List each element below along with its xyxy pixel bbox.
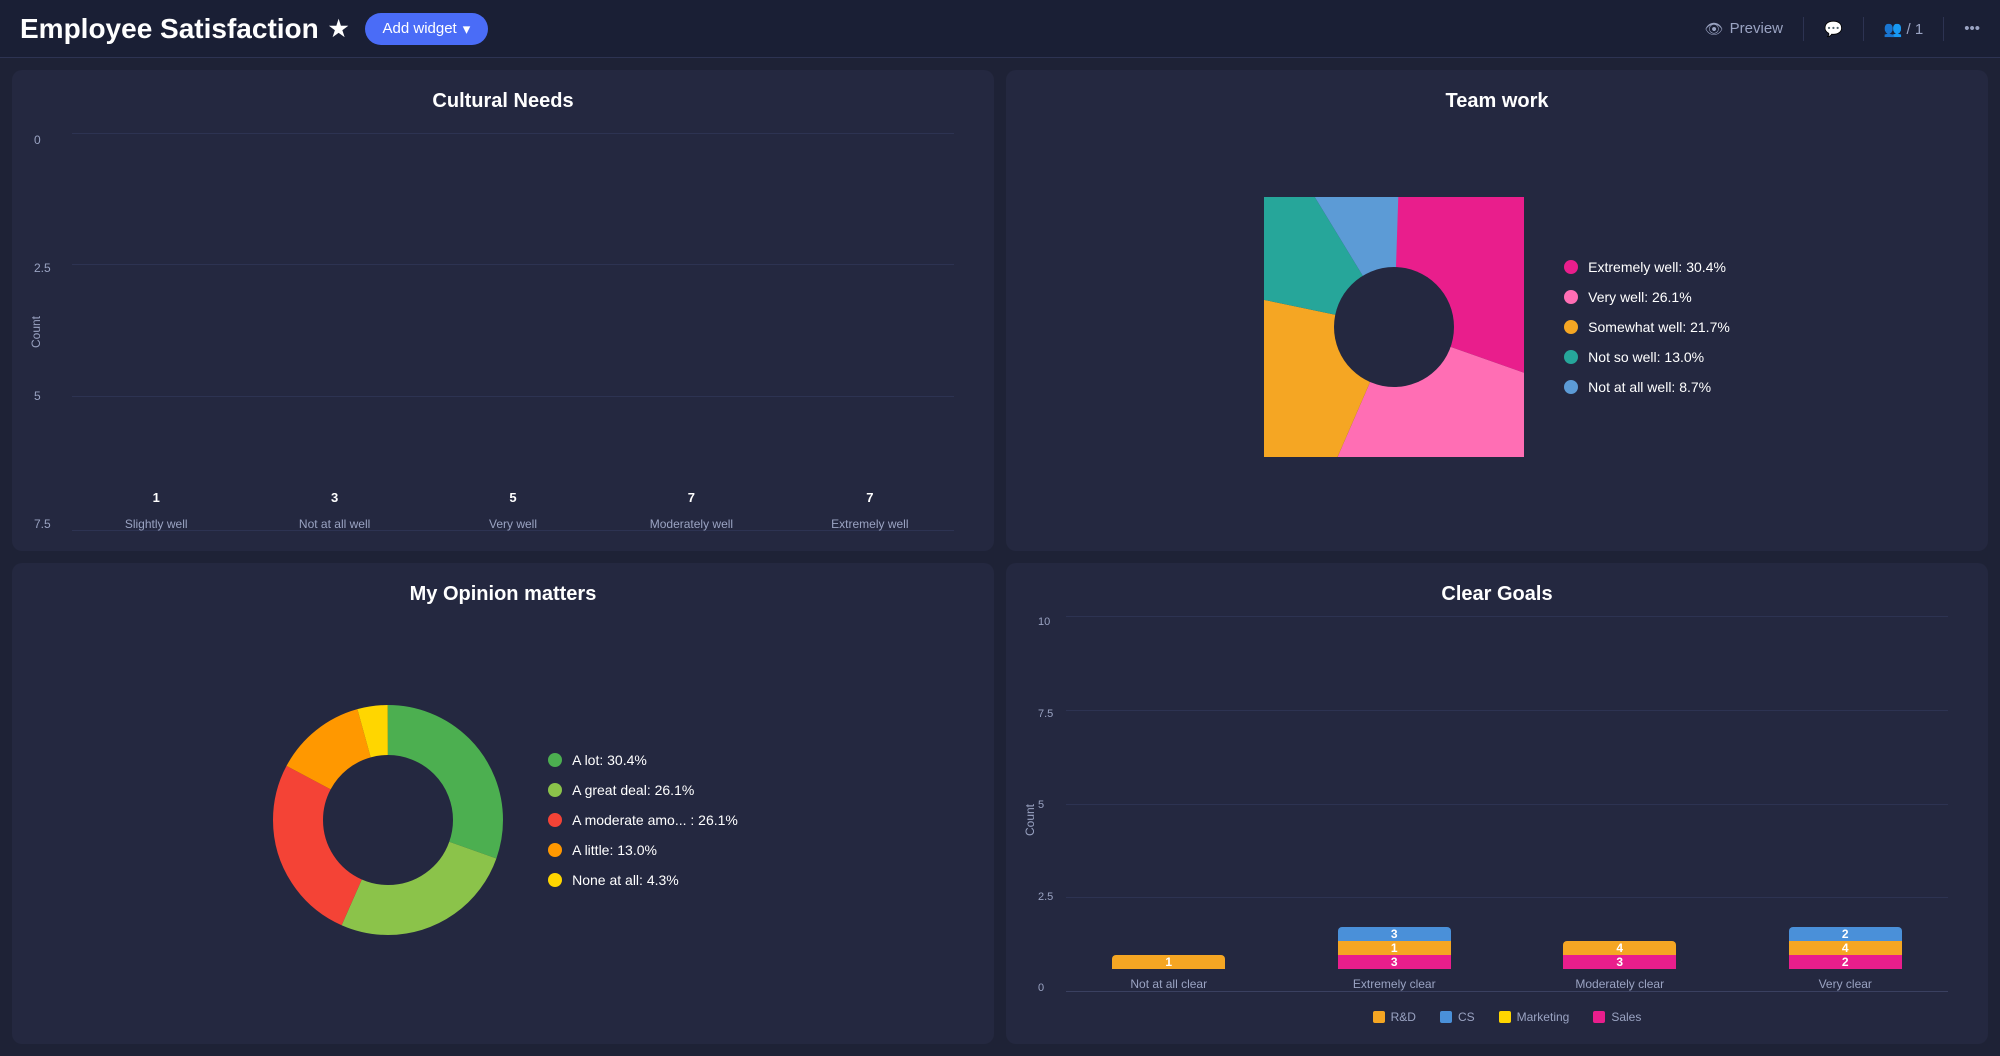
stacked-bar-extremely-clear: 7 3 1 3 Extremely clear <box>1292 927 1498 991</box>
legend-somewhat-well: Somewhat well: 21.7% <box>1564 319 1730 335</box>
clear-goals-y-axis: 0 2.5 5 7.5 10 <box>1038 616 1053 994</box>
legend-dot <box>1564 260 1578 274</box>
stacked-bar-very-clear: 8 2 4 2 Very clear <box>1743 927 1949 991</box>
header: Employee Satisfaction ★ Add widget ▾ 👁 P… <box>0 0 2000 58</box>
bar-extremely-well: 7 Extremely well <box>786 490 954 531</box>
team-work-widget: Team work Extremely well: 30.4% V <box>1006 70 1988 551</box>
legend-cs: CS <box>1440 1010 1475 1024</box>
donut-svg <box>268 700 508 940</box>
legend-moderate: A moderate amo... : 26.1% <box>548 812 738 828</box>
my-opinion-title: My Opinion matters <box>32 583 974 606</box>
legend-little: A little: 13.0% <box>548 842 738 858</box>
star-icon[interactable]: ★ <box>329 16 349 42</box>
legend-rd: R&D <box>1373 1010 1416 1024</box>
eye-icon: 👁 <box>1705 20 1724 38</box>
stacked-bar-moderately-clear: 7 3 4 Moderately clear <box>1517 941 1723 991</box>
clear-goals-title: Clear Goals <box>1026 583 1968 606</box>
legend-extremely-well: Extremely well: 30.4% <box>1564 259 1730 275</box>
legend-sales: Sales <box>1593 1010 1641 1024</box>
stacked-bar-rect: 1 1 <box>1112 955 1225 969</box>
legend-very-well: Very well: 26.1% <box>1564 289 1730 305</box>
team-work-legend: Extremely well: 30.4% Very well: 26.1% S… <box>1564 259 1730 395</box>
stacked-bar-not-clear: 1 1 Not at all clear <box>1066 955 1272 991</box>
legend-none: None at all: 4.3% <box>548 872 738 888</box>
y-axis-label: Count <box>29 316 43 348</box>
stacked-bar-rect4: 8 2 4 2 <box>1789 927 1902 969</box>
dashboard: Cultural Needs 7.5 5 2.5 0 Count <box>0 58 2000 1056</box>
more-options-icon[interactable]: ••• <box>1964 20 1980 37</box>
divider2 <box>1863 17 1864 41</box>
legend-not-so-well: Not so well: 13.0% <box>1564 349 1730 365</box>
bar-moderately-well: 7 Moderately well <box>607 490 775 531</box>
bar-very-well: 5 Very well <box>429 490 597 531</box>
stacked-bar-rect2: 7 3 1 3 <box>1338 927 1451 969</box>
header-actions: 👁 Preview 💬 👥 / 1 ••• <box>1705 17 1980 41</box>
divider3 <box>1943 17 1944 41</box>
title-text: Employee Satisfaction <box>20 13 319 45</box>
clear-goals-axis-label: Count <box>1023 804 1037 836</box>
clear-goals-legend: R&D CS Marketing Sales <box>1066 1010 1948 1024</box>
my-opinion-legend: A lot: 30.4% A great deal: 26.1% A moder… <box>548 752 738 888</box>
preview-button[interactable]: 👁 Preview <box>1705 20 1783 38</box>
legend-marketing: Marketing <box>1499 1010 1570 1024</box>
bar-slightly-well: 1 Slightly well <box>72 490 240 531</box>
cultural-needs-widget: Cultural Needs 7.5 5 2.5 0 Count <box>12 70 994 551</box>
legend-great-deal: A great deal: 26.1% <box>548 782 738 798</box>
pie-svg <box>1264 197 1524 457</box>
cultural-needs-title: Cultural Needs <box>32 90 974 113</box>
my-opinion-widget: My Opinion matters A lot: 30.4% A <box>12 563 994 1044</box>
stacked-bar-rect3: 7 3 4 <box>1563 941 1676 969</box>
add-widget-button[interactable]: Add widget ▾ <box>365 13 489 45</box>
team-work-chart: Extremely well: 30.4% Very well: 26.1% S… <box>1026 123 1968 531</box>
page-title: Employee Satisfaction ★ <box>20 13 349 45</box>
clear-goals-chart: 0 2.5 5 7.5 10 Count 1 <box>1026 616 1968 1024</box>
bar-not-at-all-well: 3 Not at all well <box>250 490 418 531</box>
legend-a-lot: A lot: 30.4% <box>548 752 738 768</box>
chevron-down-icon: ▾ <box>463 20 471 38</box>
divider <box>1803 17 1804 41</box>
my-opinion-chart: A lot: 30.4% A great deal: 26.1% A moder… <box>32 616 974 1024</box>
clear-goals-widget: Clear Goals 0 2.5 5 7.5 10 Count <box>1006 563 1988 1044</box>
bars-area: 1 Slightly well 3 Not at all well <box>72 133 954 531</box>
users-button[interactable]: 👥 / 1 <box>1884 20 1924 38</box>
comments-icon[interactable]: 💬 <box>1824 20 1843 38</box>
cultural-needs-chart: 7.5 5 2.5 0 Count 1 <box>32 123 974 531</box>
team-work-title: Team work <box>1026 90 1968 113</box>
legend-not-at-all-well: Not at all well: 8.7% <box>1564 379 1730 395</box>
stacked-bars: 1 1 Not at all clear 7 3 1 3 Extr <box>1066 616 1948 992</box>
